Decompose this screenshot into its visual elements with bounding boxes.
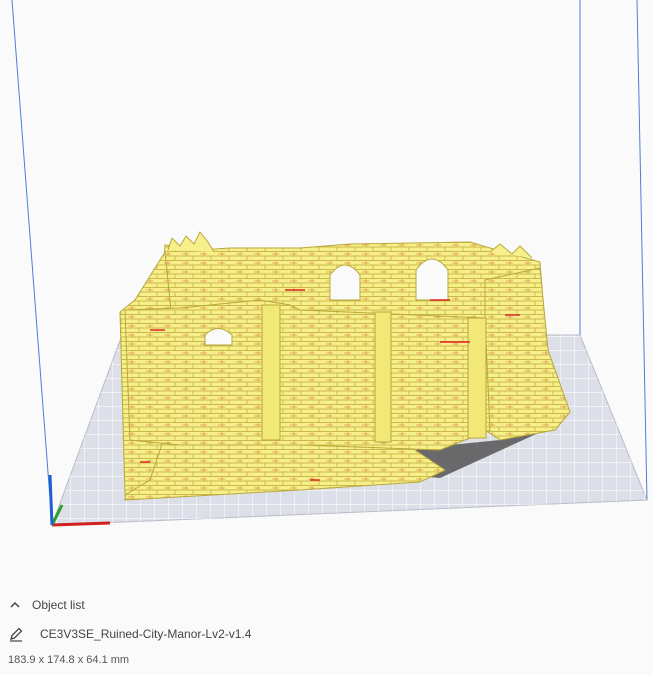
object-panel: Object list CE3V3SE_Ruined-City-Manor-Lv…	[0, 590, 653, 675]
model-front-wall	[124, 299, 491, 451]
object-list-label: Object list	[32, 598, 85, 612]
object-list-toggle[interactable]: Object list	[8, 598, 85, 612]
pencil-icon[interactable]	[8, 626, 24, 642]
pillar-3	[467, 317, 487, 439]
window-back-2	[415, 258, 449, 301]
window-back-1	[329, 264, 361, 301]
3d-viewport[interactable]	[0, 0, 653, 590]
object-name: CE3V3SE_Ruined-City-Manor-Lv2-v1.4	[40, 627, 252, 641]
build-volume-edge-left	[11, 0, 53, 526]
object-name-row[interactable]: CE3V3SE_Ruined-City-Manor-Lv2-v1.4	[8, 626, 251, 642]
chevron-up-icon	[10, 601, 20, 608]
axis-x	[51, 521, 111, 527]
pillar-1	[261, 304, 281, 441]
pillar-2	[374, 311, 392, 443]
object-dimensions: 183.9 x 174.8 x 64.1 mm	[8, 654, 130, 666]
axis-z	[48, 474, 54, 526]
ruin-top-left	[167, 231, 215, 253]
build-volume-edge-right	[636, 0, 648, 501]
scene-canvas	[11, 0, 648, 527]
